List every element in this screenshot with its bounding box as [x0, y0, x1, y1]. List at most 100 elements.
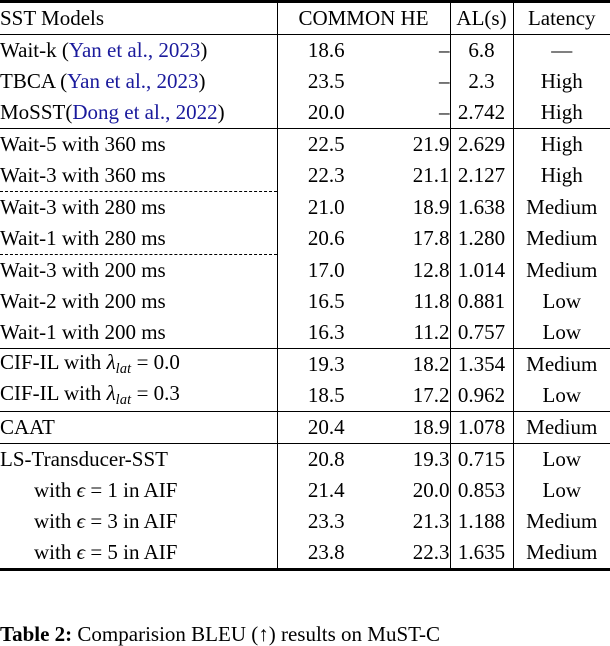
cell-latency: Low: [513, 443, 610, 475]
row-model-name: CAAT: [0, 411, 278, 444]
model-text: with: [34, 540, 77, 564]
row-model-name: Wait-5 with 360 ms: [0, 128, 278, 160]
lambda-symbol: λ: [106, 381, 116, 406]
cell-he: 18.9: [375, 411, 451, 444]
model-text-suffix: ): [200, 38, 208, 62]
cell-al: 1.638: [450, 191, 514, 223]
cell-al: 1.280: [450, 223, 514, 255]
model-text-suffix: = 1 in AIF: [85, 478, 178, 502]
sst-models-results-table: SST Models COMMON HE AL(s) Latency Wait-…: [0, 0, 610, 571]
row-model-name: Wait-k (Yan et al., 2023): [0, 34, 278, 66]
table-row: Wait-2 with 200 ms 16.5 11.8 0.881 Low: [0, 286, 610, 317]
cell-common: 22.5: [277, 128, 375, 160]
row-model-name: Wait-3 with 360 ms: [0, 160, 278, 192]
cell-common: 21.0: [307, 194, 345, 219]
caption-text: Comparision BLEU (↑) results on MuST-C: [72, 622, 441, 646]
model-text: with: [34, 509, 77, 533]
cell-common: 20.8: [277, 443, 375, 475]
cell-latency: High: [540, 163, 583, 188]
cell-common: 22.3: [307, 163, 345, 188]
cell-he: 22.3: [375, 537, 451, 571]
row-model-name: Wait-1 with 200 ms: [0, 317, 278, 349]
cell-common: 21.4: [307, 478, 345, 502]
cell-al: 0.881: [450, 286, 514, 317]
cell-he: –: [375, 66, 451, 97]
cell-al: 1.078: [450, 411, 514, 444]
cell-he: 19.3: [375, 443, 451, 475]
cell-al: 0.962: [450, 380, 514, 412]
epsilon-symbol: ϵ: [76, 509, 86, 533]
cell-latency: Medium: [513, 411, 610, 444]
cell-common: 20.4: [277, 411, 375, 444]
cell-common: 23.3: [307, 509, 345, 533]
table-row: with ϵ = 3 in AIF 23.3 21.3 1.188 Medium: [0, 506, 610, 537]
cell-latency: Low: [542, 289, 582, 313]
table-row: TBCA (Yan et al., 2023) 23.5 – 2.3 High: [0, 66, 610, 97]
cell-latency: Low: [542, 383, 582, 407]
cell-he: 12.8: [375, 254, 451, 286]
cell-common: 16.3: [307, 320, 345, 344]
row-model-name: Wait-1 with 280 ms: [0, 223, 278, 255]
row-model-name: CIF-IL with λlat = 0.3: [0, 380, 278, 412]
cell-latency: Medium: [513, 537, 610, 571]
model-text-suffix: ): [217, 100, 225, 124]
cell-latency: High: [513, 128, 610, 160]
model-text-suffix: ): [198, 69, 206, 93]
header-al-seconds: AL(s): [449, 0, 514, 35]
model-text-suffix: = 0.0: [131, 350, 180, 375]
cell-latency: High: [540, 69, 583, 93]
lambda-subscript: lat: [115, 392, 132, 409]
row-model-name: CIF-IL with λlat = 0.0: [0, 348, 278, 380]
table-row: Wait-3 with 280 ms 21.0 18.9 1.638 Mediu…: [0, 191, 610, 223]
table-row: CAAT 20.4 18.9 1.078 Medium: [0, 411, 610, 444]
cell-he: 21.1: [375, 160, 451, 192]
table-row: Wait-3 with 360 ms 22.3 21.1 2.127 High: [0, 160, 610, 192]
cell-latency: Medium: [513, 348, 610, 380]
cell-al: 0.715: [450, 443, 514, 475]
model-text: TBCA (: [0, 69, 68, 93]
cell-latency: Low: [542, 320, 582, 344]
cell-common: 16.5: [307, 289, 345, 313]
cell-latency: —: [513, 34, 610, 66]
table-row: Wait-3 with 200 ms 17.0 12.8 1.014 Mediu…: [0, 254, 610, 286]
cell-common: 17.0: [307, 257, 345, 282]
cell-common: 18.5: [307, 383, 345, 407]
cell-latency: Medium: [526, 226, 598, 251]
epsilon-symbol: ϵ: [76, 478, 86, 502]
row-model-name: with ϵ = 5 in AIF: [0, 537, 278, 571]
cell-al: 0.757: [450, 317, 514, 349]
table-row: with ϵ = 1 in AIF 21.4 20.0 0.853 Low: [0, 475, 610, 506]
cell-common: 23.5: [307, 69, 345, 93]
row-model-name: with ϵ = 3 in AIF: [0, 506, 278, 537]
cell-he: 21.3: [375, 506, 451, 537]
model-text: MoSST(: [0, 100, 73, 124]
row-model-name: Wait-2 with 200 ms: [0, 286, 278, 317]
cell-he: 17.2: [375, 380, 451, 412]
row-model-name: LS-Transducer-SST: [0, 443, 278, 475]
model-text-suffix: = 5 in AIF: [85, 540, 178, 564]
cell-he: 18.2: [375, 348, 451, 380]
cell-al: 0.853: [450, 475, 514, 506]
cell-al: 1.188: [450, 506, 514, 537]
citation-link[interactable]: Yan et al., 2023: [67, 69, 198, 93]
cell-common: 19.3: [277, 348, 375, 380]
table-row: MoSST(Dong et al., 2022) 20.0 – 2.742 Hi…: [0, 97, 610, 129]
table-row: Wait-1 with 280 ms 20.6 17.8 1.280 Mediu…: [0, 223, 610, 255]
cell-latency: Medium: [526, 509, 598, 533]
cell-he: –: [375, 34, 451, 66]
citation-link[interactable]: Yan et al., 2023: [69, 38, 200, 62]
table-row: CIF-IL with λlat = 0.0 19.3 18.2 1.354 M…: [0, 348, 610, 380]
model-text: Wait-k (: [0, 38, 69, 62]
cell-latency: Medium: [526, 257, 598, 282]
row-model-name: Wait-3 with 280 ms: [0, 191, 278, 223]
cell-he: 21.9: [375, 128, 451, 160]
cell-al: 1.354: [450, 348, 514, 380]
cell-al: 1.014: [450, 254, 514, 286]
model-text-suffix: = 0.3: [131, 381, 180, 406]
cell-al: 2.127: [450, 160, 514, 192]
cell-he: 11.8: [375, 286, 451, 317]
table-row: with ϵ = 5 in AIF 23.8 22.3 1.635 Medium: [0, 537, 610, 571]
citation-link[interactable]: Dong et al., 2022: [72, 100, 217, 124]
table-body: SST Models COMMON HE AL(s) Latency Wait-…: [0, 0, 610, 571]
cell-al: 2.3: [450, 66, 514, 97]
